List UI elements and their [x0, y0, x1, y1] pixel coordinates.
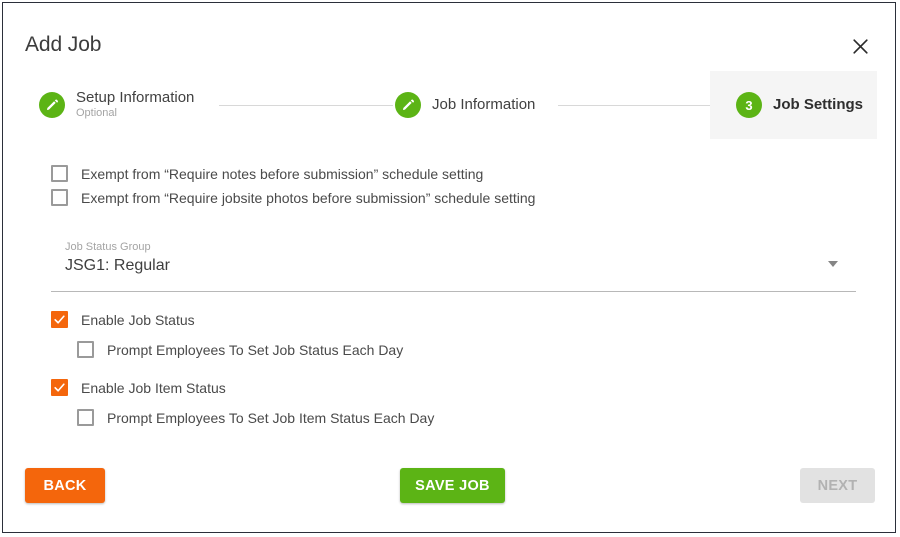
checkbox-label: Prompt Employees To Set Job Item Status … — [107, 409, 435, 426]
stepper-step-text: Job Information — [432, 97, 535, 113]
stepper-step-job-information[interactable]: Job Information — [395, 71, 535, 139]
checkbox-prompt-job-status[interactable]: Prompt Employees To Set Job Status Each … — [77, 341, 403, 358]
dialog-footer: BACK SAVE JOB NEXT — [3, 446, 895, 532]
stepper-step-label: Job Settings — [773, 96, 864, 114]
checkbox-label: Prompt Employees To Set Job Status Each … — [107, 341, 404, 358]
checkbox-box[interactable] — [77, 409, 94, 426]
checkbox-prompt-job-item-status[interactable]: Prompt Employees To Set Job Item Status … — [77, 409, 434, 426]
checkbox-label: Enable Job Status — [81, 311, 195, 328]
job-status-group-caption: Job Status Group — [65, 241, 151, 253]
add-job-dialog: Add Job Setup Information Optional Job I… — [2, 2, 896, 533]
stepper-step-setup-information[interactable]: Setup Information Optional — [39, 71, 194, 139]
checkbox-box[interactable] — [51, 311, 68, 328]
chevron-down-icon[interactable] — [828, 261, 838, 267]
checkbox-box[interactable] — [51, 379, 68, 396]
step-number-badge: 3 — [736, 92, 762, 118]
checkbox-exempt-notes[interactable]: Exempt from “Require notes before submis… — [51, 165, 483, 182]
job-status-group-value: JSG1: Regular — [65, 257, 170, 274]
job-status-group-select[interactable]: Job Status Group JSG1: Regular — [51, 239, 856, 292]
checkbox-box[interactable] — [51, 165, 68, 182]
stepper-step-label: Job Information — [432, 96, 536, 114]
back-button[interactable]: BACK — [25, 468, 105, 503]
pencil-icon — [39, 92, 65, 118]
stepper-connector-1 — [219, 105, 393, 106]
checkbox-box[interactable] — [77, 341, 94, 358]
page-title: Add Job — [25, 33, 102, 56]
checkbox-label: Exempt from “Require jobsite photos befo… — [81, 189, 536, 206]
checkbox-exempt-jobsite-photos[interactable]: Exempt from “Require jobsite photos befo… — [51, 189, 535, 206]
checkbox-enable-job-status[interactable]: Enable Job Status — [51, 311, 195, 328]
stepper-step-text: Setup Information Optional — [76, 90, 194, 119]
next-button: NEXT — [800, 468, 875, 503]
stepper-step-label: Setup Information — [76, 89, 195, 107]
stepper: Setup Information Optional Job Informati… — [3, 71, 895, 139]
checkbox-label: Enable Job Item Status — [81, 379, 226, 396]
checkbox-label: Exempt from “Require notes before submis… — [81, 165, 484, 182]
pencil-icon — [395, 92, 421, 118]
stepper-connector-2 — [558, 105, 710, 106]
checkbox-box[interactable] — [51, 189, 68, 206]
save-job-button[interactable]: SAVE JOB — [400, 468, 505, 503]
stepper-step-text: Job Settings — [773, 97, 863, 113]
dialog-header: Add Job — [3, 3, 895, 69]
close-icon[interactable] — [849, 35, 871, 57]
checkbox-enable-job-item-status[interactable]: Enable Job Item Status — [51, 379, 226, 396]
stepper-step-job-settings[interactable]: 3 Job Settings — [710, 71, 877, 139]
stepper-step-sublabel: Optional — [76, 107, 117, 120]
